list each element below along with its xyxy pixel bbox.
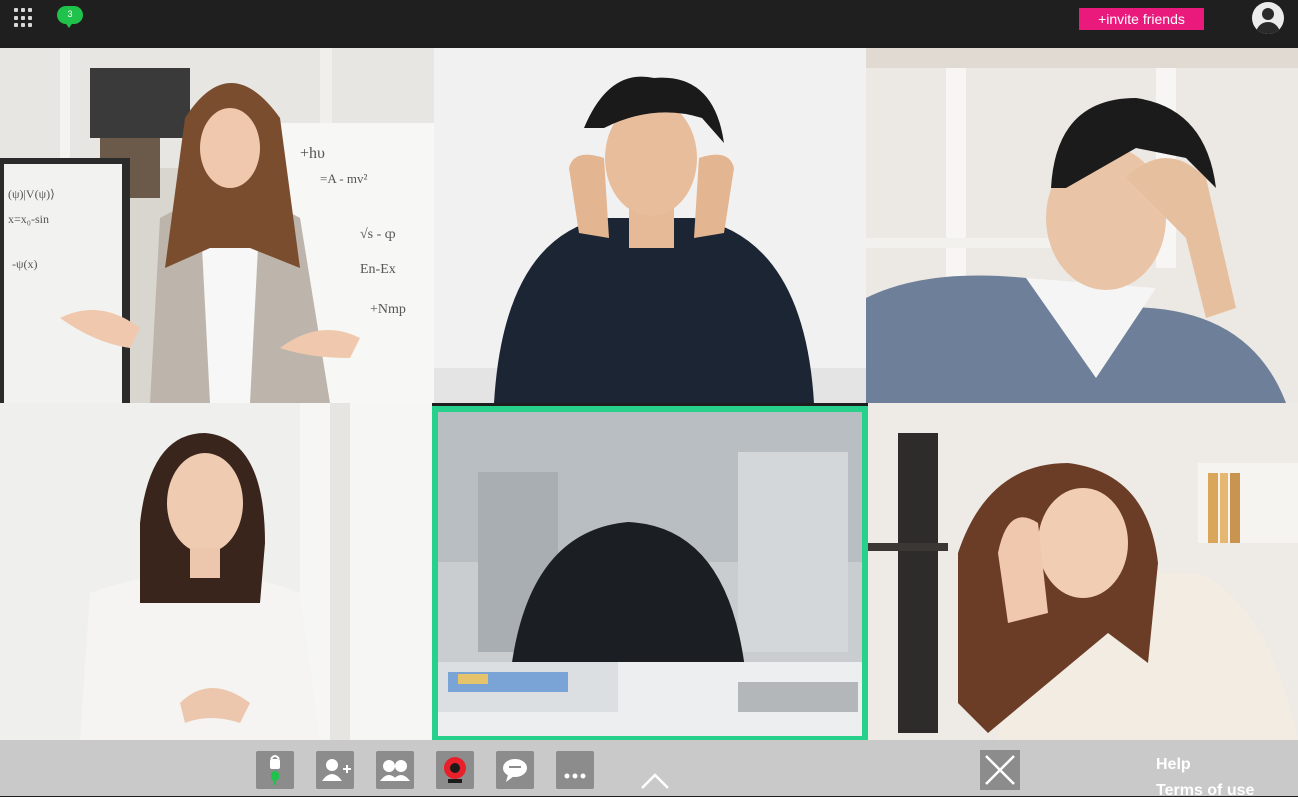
user-avatar-icon[interactable] (1252, 2, 1284, 34)
add-user-button[interactable] (316, 751, 354, 789)
more-button[interactable] (556, 751, 594, 789)
camera-icon (444, 757, 466, 783)
svg-text:x=x₀-sin: x=x₀-sin (8, 212, 49, 226)
participants-button[interactable] (376, 751, 414, 789)
help-link[interactable]: Help (1156, 756, 1191, 774)
terms-link[interactable]: Terms of use (1156, 782, 1254, 796)
svg-text:+Nmp: +Nmp (370, 302, 406, 317)
participant-tile-3[interactable] (866, 48, 1298, 403)
participant-tile-1[interactable]: +hυ =A - mv² √s - ȹ En-Ex +Nmp (ψ)|V(ψ)⟩… (0, 48, 434, 403)
chat-notification-icon[interactable]: 3 (57, 6, 83, 28)
participant-tile-6[interactable] (868, 403, 1298, 740)
mic-lock-button[interactable] (256, 751, 294, 789)
chevron-up-icon[interactable] (640, 770, 670, 790)
svg-text:En-Ex: En-Ex (360, 262, 396, 277)
participant-tile-4[interactable] (0, 403, 432, 740)
svg-text:+hυ: +hυ (300, 145, 325, 162)
participant-tile-5-active[interactable] (432, 406, 868, 742)
chat-button[interactable] (496, 751, 534, 789)
add-user-icon (322, 759, 351, 781)
svg-text:(ψ)|V(ψ)⟩: (ψ)|V(ψ)⟩ (8, 187, 55, 201)
end-call-button[interactable] (980, 750, 1020, 790)
invite-friends-button[interactable]: +invite friends (1079, 8, 1204, 30)
close-icon (985, 755, 1015, 785)
chat-count: 3 (67, 9, 73, 19)
svg-text:√s - ȹ: √s - ȹ (360, 227, 396, 242)
mic-label (248, 791, 302, 797)
camera-button[interactable] (436, 751, 474, 789)
apps-grid-icon[interactable] (14, 8, 34, 28)
more-icon (564, 773, 586, 779)
svg-text:-ψ(x): -ψ(x) (12, 257, 38, 271)
top-bar: 3 +invite friends (0, 0, 1298, 46)
svg-text:=A - mv²: =A - mv² (320, 171, 367, 186)
mic-lock-icon (270, 755, 280, 785)
chat-icon (503, 759, 527, 782)
participants-icon (380, 760, 410, 781)
participant-tile-2[interactable] (434, 48, 866, 403)
